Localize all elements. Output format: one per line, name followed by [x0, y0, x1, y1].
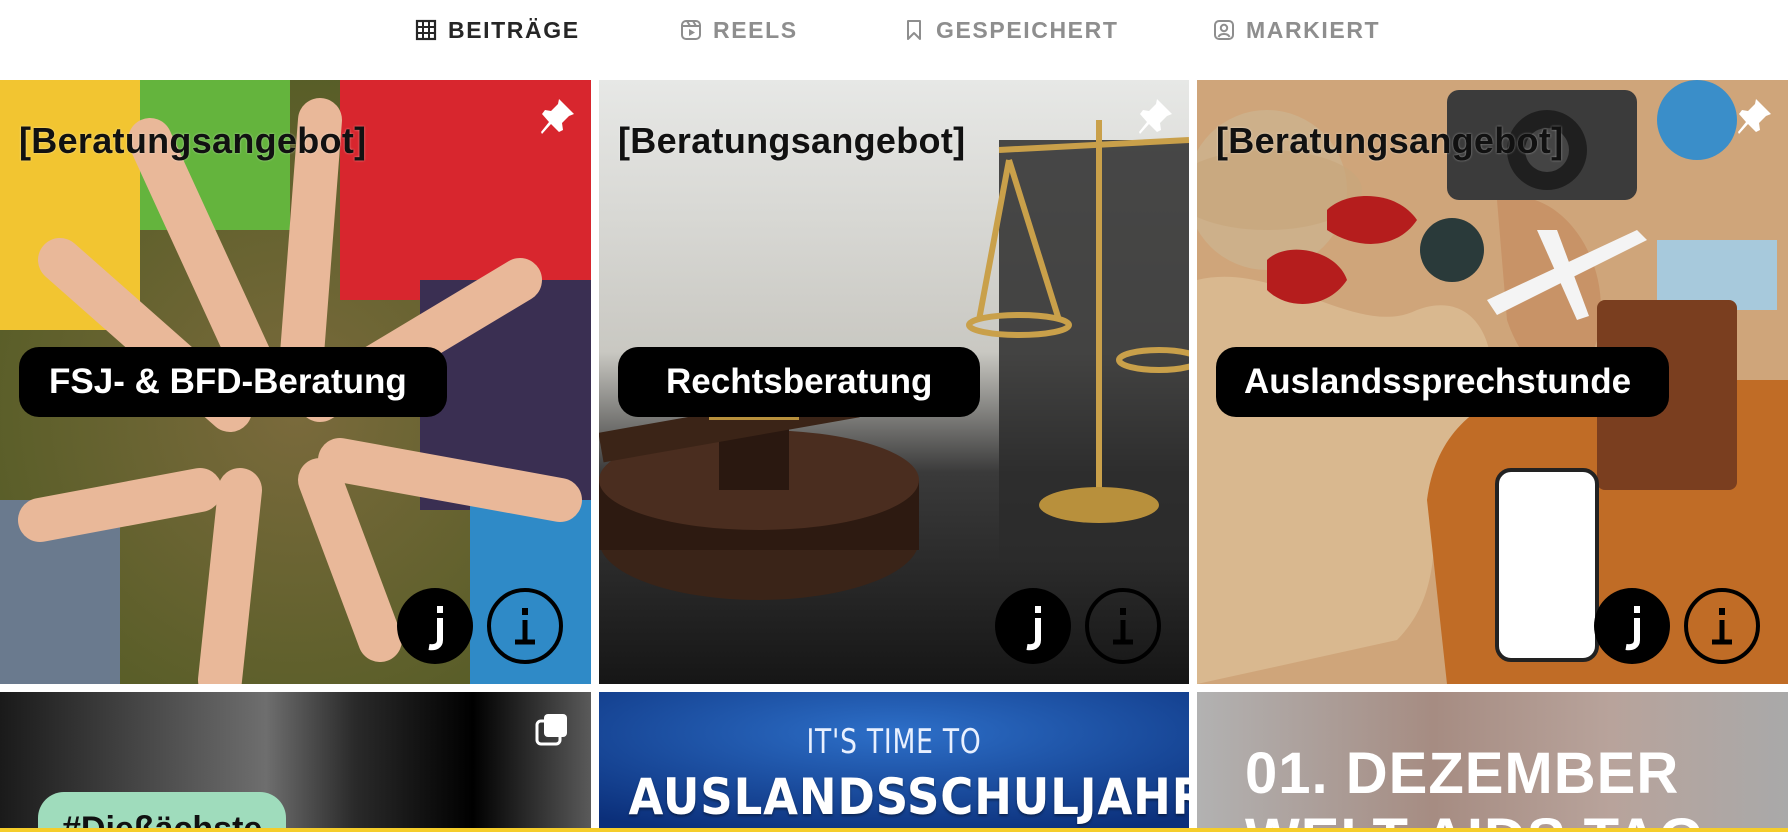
tab-markiert[interactable]: MARKIERT	[1212, 14, 1380, 46]
accent-bar	[0, 828, 1788, 832]
tab-gespeichert[interactable]: GESPEICHERT	[902, 14, 1118, 46]
profile-tabs: BEITRÄGE REELS GESPEICHERT MARKIERT	[0, 0, 1788, 62]
tab-label: MARKIERT	[1246, 16, 1381, 43]
pinned-icon	[541, 99, 574, 134]
post-title-pill: FSJ- & BFD-Beratung	[19, 347, 447, 417]
pinned-icon	[1738, 99, 1771, 134]
info-logo-icon	[1684, 588, 1760, 664]
j-logo-icon	[397, 588, 473, 664]
post-rechtsberatung[interactable]: [Beratungsangebot] Rechtsberatung	[599, 80, 1189, 684]
post-headline-small: IT'S TIME TO	[806, 722, 982, 762]
tab-label: BEITRÄGE	[448, 16, 580, 43]
tab-reels[interactable]: REELS	[679, 14, 798, 46]
pinned-icon	[1139, 99, 1172, 134]
hashtag-chip: #Dießächste	[38, 792, 287, 828]
tab-label: REELS	[713, 16, 798, 43]
post-title-pill: Auslandssprechstunde	[1216, 347, 1670, 417]
j-logo-icon	[995, 588, 1071, 664]
tab-label: GESPEICHERT	[936, 16, 1119, 43]
post-headline-large: AUSLANDSSCHULJAHR	[628, 768, 1190, 826]
bookmark-icon	[902, 18, 926, 42]
grid-icon	[414, 18, 438, 42]
post-event-headline: WELT AIDS TAG	[1245, 806, 1705, 828]
tab-beitraege[interactable]: BEITRÄGE	[414, 14, 580, 46]
j-logo-icon	[1594, 588, 1670, 664]
info-logo-icon	[487, 588, 563, 664]
post-category-tag: [Beratungsangebot]	[19, 120, 367, 161]
tagged-person-icon	[1212, 18, 1236, 42]
post-carousel-dark[interactable]: #Dießächste	[0, 692, 591, 828]
post-category-tag: [Beratungsangebot]	[1216, 120, 1564, 161]
post-auslandssprechstunde[interactable]: [Beratungsangebot] Auslandssprechstunde	[1197, 80, 1788, 684]
post-fsj-bfd-beratung[interactable]: [Beratungsangebot] FSJ- & BFD-Beratung	[0, 80, 591, 684]
post-welt-aids-tag[interactable]: 01. DEZEMBER WELT AIDS TAG	[1197, 692, 1788, 828]
post-auslandsschuljahr[interactable]: IT'S TIME TO AUSLANDSSCHULJAHR	[599, 692, 1189, 828]
info-logo-icon	[1085, 588, 1161, 664]
reels-icon	[679, 18, 703, 42]
post-category-tag: [Beratungsangebot]	[618, 120, 966, 161]
carousel-icon	[535, 714, 567, 746]
post-date-headline: 01. DEZEMBER	[1245, 741, 1680, 806]
post-title-pill: Rechtsberatung	[618, 347, 981, 417]
